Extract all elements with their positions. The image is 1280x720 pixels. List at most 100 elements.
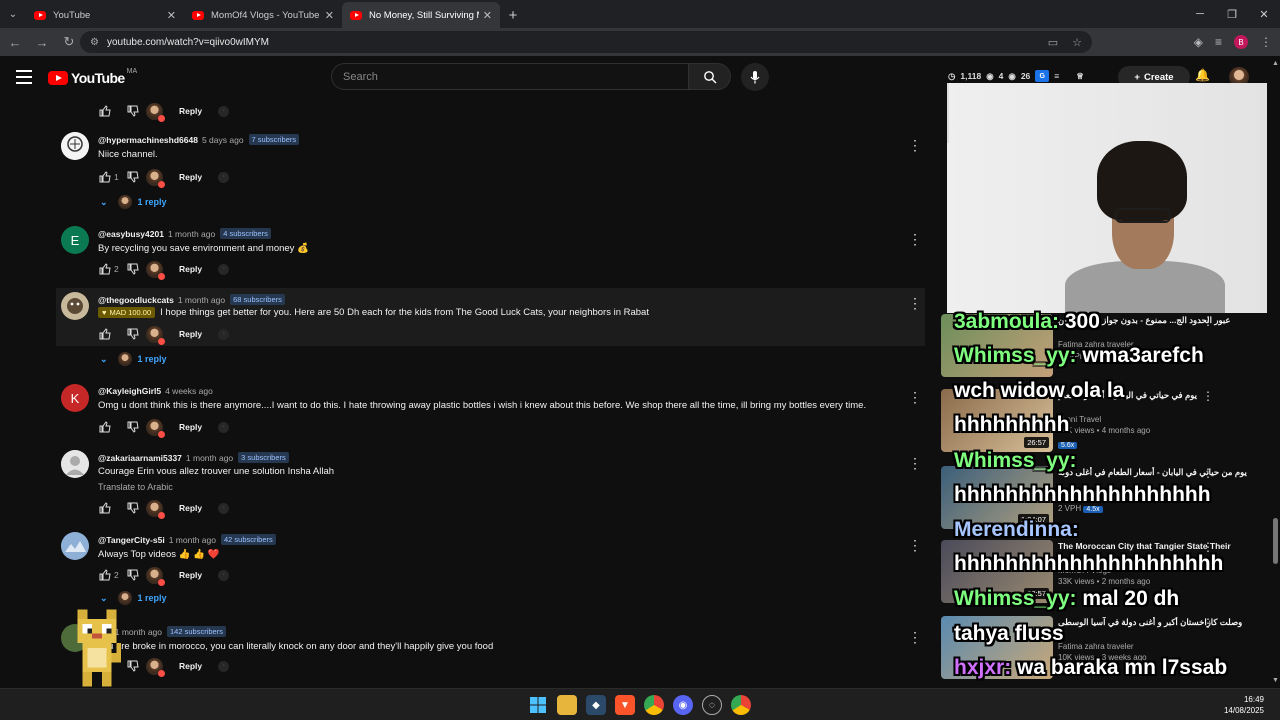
video-menu-icon[interactable]: ⋮ [1202,389,1214,403]
like-icon[interactable] [98,420,112,434]
reply-button[interactable]: Reply [179,329,202,339]
comment-time[interactable]: 1 month ago [178,295,225,305]
dislike-icon[interactable] [126,327,140,341]
video-menu-icon[interactable]: ⋮ [1202,466,1214,480]
translate-link[interactable]: Translate to Arabic [98,482,173,492]
ai-reply-icon[interactable]: ◦ [218,660,230,672]
recommended-video[interactable]: 22:57 The Moroccan City that Tangier Sta… [940,540,1270,610]
comment-author[interactable]: @TangerCity-s5i [98,535,165,545]
ai-reply-icon[interactable]: ◦ [218,569,230,581]
discord-icon[interactable]: ◉ [673,695,693,715]
system-clock[interactable]: 16:49 14/08/2025 [1224,694,1264,716]
close-tab-icon[interactable]: ✕ [325,9,334,22]
browser-tab-1[interactable]: YouTube ✕ [26,2,184,28]
ai-reply-icon[interactable]: ◦ [218,105,230,117]
like-icon[interactable] [98,104,112,118]
commenter-avatar[interactable] [61,132,89,160]
ai-reply-icon[interactable]: ◦ [218,421,230,433]
reply-button[interactable]: Reply [179,570,202,580]
commenter-avatar[interactable]: K [61,384,89,412]
commenter-avatar[interactable] [61,532,89,560]
dislike-icon[interactable] [126,170,140,184]
comment-time[interactable]: 1 month ago [168,229,215,239]
video-title[interactable]: يوم في حياتي في اليابان - أسعار الطعام [1058,390,1258,412]
comment-author[interactable]: @thegoodluckcats [98,295,174,305]
list-icon[interactable]: ≡ [1054,71,1059,81]
commenter-avatar[interactable] [61,450,89,478]
scrollbar-thumb[interactable] [1273,518,1278,564]
comment-menu-icon[interactable]: ⋮ [908,232,922,246]
dislike-icon[interactable] [126,501,140,515]
site-info-icon[interactable]: ⚙ [90,37,99,48]
url-bar[interactable]: ⚙ youtube.com/watch?v=qiivo0wIMYM ▭ ☆ [80,31,1092,53]
comment-time[interactable]: 1 month ago [169,535,216,545]
search-button[interactable] [689,63,731,90]
view-replies-button[interactable]: ⌄ 1 reply [100,591,167,605]
comment-menu-icon[interactable]: ⋮ [908,538,922,552]
dislike-icon[interactable] [126,659,140,673]
reload-icon[interactable]: ↻ [57,34,81,50]
ai-reply-icon[interactable]: ◦ [218,171,230,183]
start-button[interactable] [528,695,548,715]
youtube-logo[interactable]: YouTube MA [48,68,137,86]
scroll-up-icon[interactable]: ▲ [1272,60,1279,67]
video-menu-icon[interactable]: ⋮ [1202,616,1214,630]
recommended-video[interactable]: 26:57 يوم في حياتي في اليابان - أسعار ال… [940,389,1270,459]
bookmark-star-icon[interactable]: ☆ [1072,36,1082,49]
like-icon[interactable] [98,262,112,276]
video-thumbnail[interactable]: 26:57 [941,389,1053,452]
like-icon[interactable] [98,170,112,184]
video-channel[interactable]: MomOf4 Vlogs [1058,566,1258,575]
video-thumbnail[interactable]: 1:04:07 [941,466,1053,529]
recommended-video[interactable]: عبور الحدود الج... ممنوع - بدون جواز سفر… [940,314,1270,384]
cast-icon[interactable]: ▭ [1048,36,1058,49]
comment-menu-icon[interactable]: ⋮ [908,296,922,310]
close-tab-icon[interactable]: ✕ [483,9,492,22]
view-replies-button[interactable]: ⌄ 1 reply [100,195,167,209]
reply-button[interactable]: Reply [179,422,202,432]
comment-author[interactable]: @easybusy4201 [98,229,164,239]
browser-menu-icon[interactable]: ⋮ [1260,35,1272,49]
commenter-avatar[interactable]: E [61,226,89,254]
dislike-icon[interactable] [126,568,140,582]
right-scrollbar[interactable]: ▲ ▼ [1271,56,1280,688]
ai-reply-icon[interactable]: ◦ [218,328,230,340]
brave-browser-icon[interactable]: ▼ [615,695,635,715]
dislike-icon[interactable] [126,420,140,434]
forward-icon[interactable]: → [30,35,54,50]
video-title[interactable]: وصلت كازاخستان أكبر و أغنى دولة في آسيا … [1058,617,1258,639]
comment-author[interactable]: @zakariaarnami5337 [98,453,182,463]
view-replies-button[interactable]: ⌄ 1 reply [100,352,167,366]
dislike-icon[interactable] [126,262,140,276]
search-input[interactable]: Search [331,63,689,90]
video-title[interactable]: عبور الحدود الج... ممنوع - بدون جواز سفر… [1058,315,1258,337]
dislike-icon[interactable] [126,104,140,118]
trophy-icon[interactable]: ♕ [1076,71,1084,82]
ai-reply-icon[interactable]: ◦ [218,502,230,514]
notifications-bell-icon[interactable]: 🔔 [1195,68,1210,82]
file-explorer-icon[interactable] [557,695,577,715]
video-menu-icon[interactable]: ⋮ [1202,314,1214,328]
video-thumbnail[interactable] [941,314,1053,377]
voice-search-button[interactable] [741,63,769,91]
commenter-avatar[interactable] [61,292,89,320]
comment-menu-icon[interactable]: ⋮ [908,390,922,404]
close-tab-icon[interactable]: ✕ [167,9,176,22]
extensions-icon[interactable]: ◈ [1194,35,1203,49]
minimize-icon[interactable]: ─ [1184,0,1216,28]
recommended-video[interactable]: 1:04:07 يوم من حياتي في اليابان - أسعار … [940,466,1270,536]
comment-menu-icon[interactable]: ⋮ [908,456,922,470]
reply-button[interactable]: Reply [179,106,202,116]
video-thumbnail[interactable] [941,616,1053,679]
reply-button[interactable]: Reply [179,503,202,513]
comment-time[interactable]: 4 weeks ago [165,386,213,396]
video-thumbnail[interactable]: 22:57 [941,540,1053,603]
reply-button[interactable]: Reply [179,661,202,671]
video-title[interactable]: The Moroccan City that Tangier State The… [1058,541,1258,563]
comment-time[interactable]: 5 days ago [202,135,244,145]
tab-search-button[interactable]: ⌄ [0,0,26,28]
maximize-icon[interactable]: ❐ [1216,0,1248,28]
like-icon[interactable] [98,327,112,341]
comment-menu-icon[interactable]: ⋮ [908,630,922,644]
ai-reply-icon[interactable]: ◦ [218,263,230,275]
